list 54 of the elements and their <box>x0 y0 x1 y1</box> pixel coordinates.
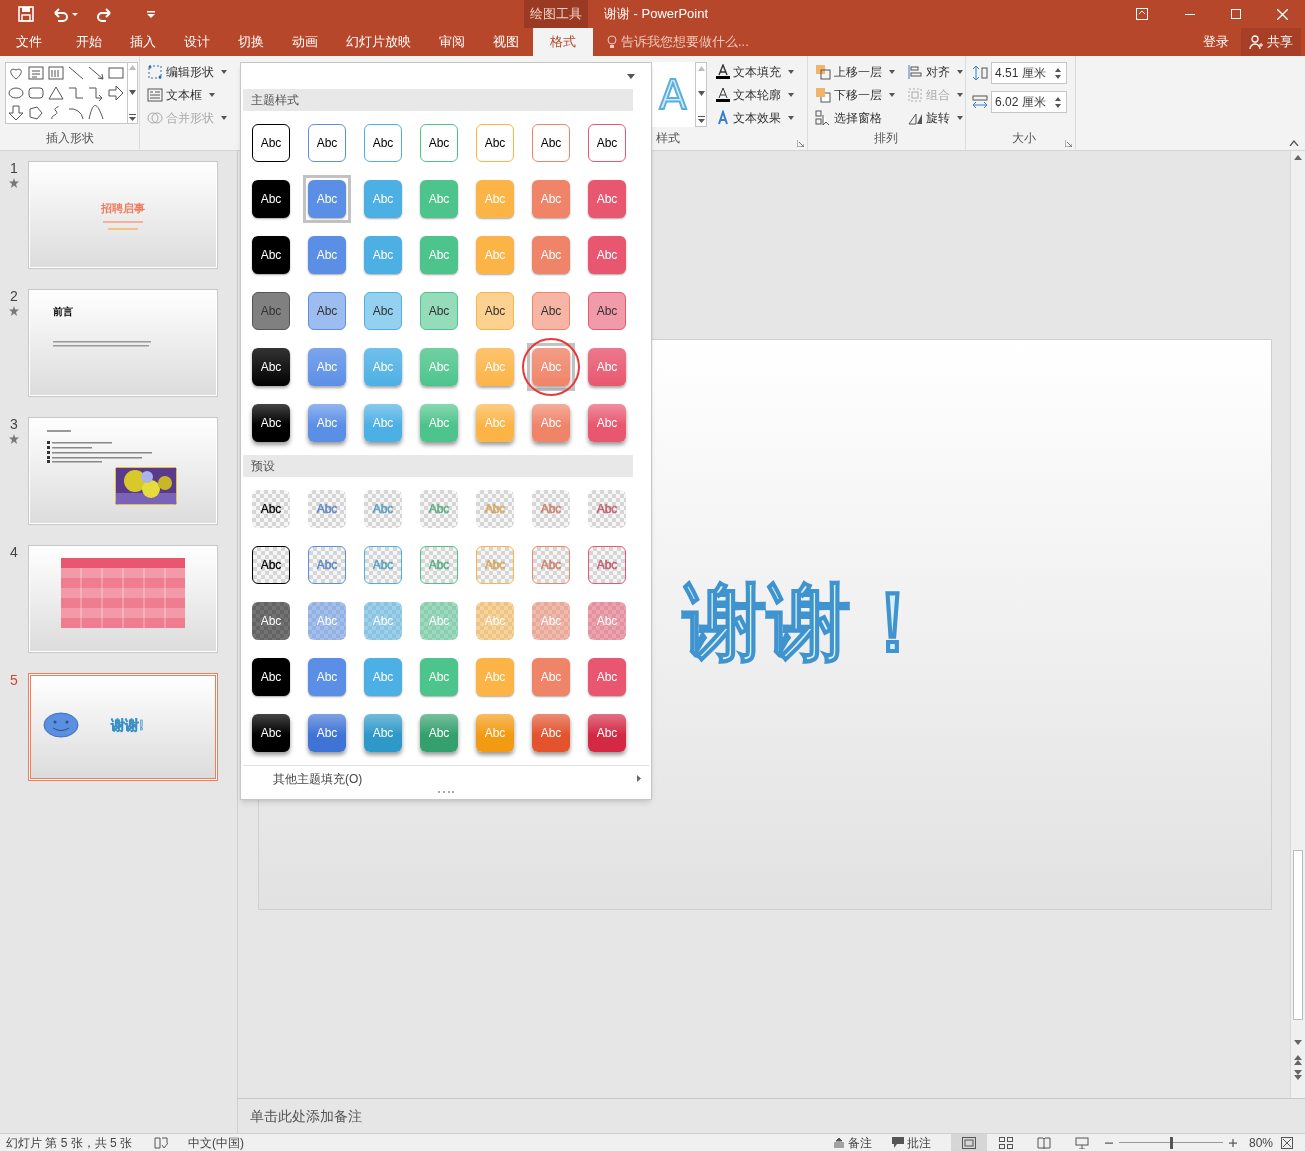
slide-number: 2 <box>10 289 18 303</box>
language-indicator[interactable]: 中文(中国) <box>188 1133 245 1151</box>
notes-placeholder[interactable]: 单击此处添加备注 <box>250 1105 362 1127</box>
group-label: 排列 <box>873 130 899 147</box>
slide-number: 3 <box>10 417 18 431</box>
ribbon-command[interactable]: 旋转 <box>907 108 967 127</box>
slide-number: 4 <box>10 545 18 559</box>
group-label: 大小 <box>1011 130 1036 147</box>
more-fills-menu-item[interactable]: 其他主题填充(O) <box>273 769 363 788</box>
sign-in-link[interactable]: 登录 <box>1203 32 1229 52</box>
window-title: 谢谢 - PowerPoint <box>604 5 709 24</box>
ribbon-tab[interactable]: 开始 <box>62 28 116 56</box>
ribbon-command[interactable]: 上移一层 <box>815 62 907 81</box>
ribbon-command[interactable]: 文本填充 <box>716 62 807 81</box>
slide-thumbnail[interactable]: 前言 <box>28 289 218 397</box>
size-field[interactable]: 6.02 厘米 <box>991 91 1067 113</box>
slide-thumbnail[interactable]: 谢谢! <box>28 673 218 781</box>
section-header: 主题样式 <box>251 92 299 109</box>
ribbon-tab[interactable]: 审阅 <box>425 28 479 56</box>
slide-number: 1 <box>10 161 18 175</box>
ribbon-command[interactable]: 编辑形状 <box>147 62 238 81</box>
ribbon-command[interactable]: 对齐 <box>907 62 967 81</box>
share-button[interactable]: 共享 <box>1241 28 1301 56</box>
zoom-level[interactable]: 80% <box>1248 1133 1273 1151</box>
slide-number: 5 <box>10 673 18 687</box>
group-label: 样式 <box>656 130 680 147</box>
slide-title: 招聘启事 <box>101 201 145 216</box>
ribbon-tab[interactable]: 设计 <box>170 28 224 56</box>
style-swatch[interactable]: Abc <box>527 343 575 391</box>
ribbon-tab[interactable]: 文件 <box>0 28 62 56</box>
ribbon-command[interactable]: 文本框 <box>147 85 238 104</box>
ribbon-tab[interactable]: 插入 <box>116 28 170 56</box>
context-tab-label: 绘图工具 <box>524 0 588 28</box>
tell-me-field[interactable]: 告诉我您想要做什么... <box>621 32 749 52</box>
wordart-preview[interactable]: A <box>651 62 695 127</box>
slide-heading: 前言 <box>53 305 74 319</box>
style-swatch[interactable]: Abc <box>303 175 351 223</box>
ribbon-tab[interactable]: 格式 <box>533 28 593 56</box>
size-field[interactable]: 4.51 厘米 <box>991 62 1067 84</box>
group-label: 插入形状 <box>44 130 95 147</box>
slide-thumbnail[interactable]: 招聘启事 <box>28 161 218 269</box>
ribbon-tab[interactable]: 幻灯片放映 <box>332 28 425 56</box>
slide-title: 谢谢! <box>111 715 144 735</box>
ribbon-command[interactable]: 选择窗格 <box>815 108 907 127</box>
ribbon-command[interactable]: 下移一层 <box>815 85 907 104</box>
notes-button[interactable]: 备注 <box>832 1133 872 1151</box>
ribbon-tab[interactable]: 切换 <box>224 28 278 56</box>
comments-button[interactable]: 批注 <box>891 1133 931 1151</box>
slide-count: 幻灯片 第 5 张，共 5 张 <box>6 1134 133 1151</box>
ribbon-command[interactable]: 文本轮廓 <box>716 85 807 104</box>
ribbon-tab[interactable]: 动画 <box>278 28 332 56</box>
wordart-text[interactable]: 谢谢！ <box>683 572 935 672</box>
ribbon-tab[interactable]: 视图 <box>479 28 533 56</box>
ribbon-command[interactable]: 文本效果 <box>716 108 807 127</box>
